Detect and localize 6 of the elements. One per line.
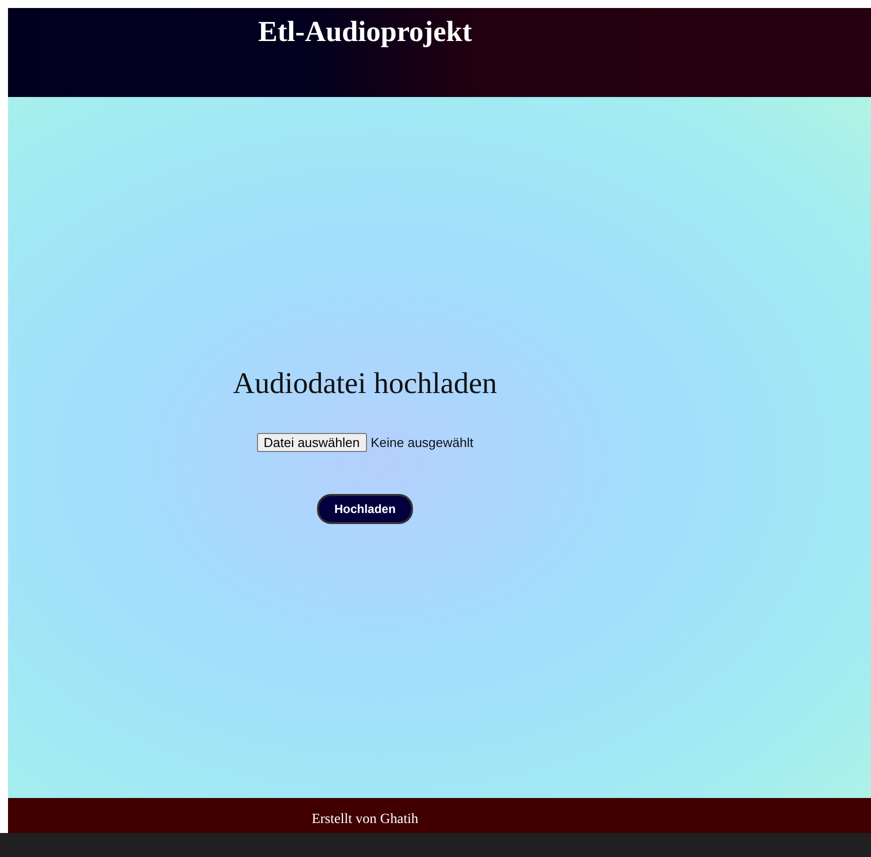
upload-button[interactable]: Hochladen <box>317 494 413 524</box>
upload-heading: Audiodatei hochladen <box>232 367 498 401</box>
footer-text: Erstellt von Ghatih <box>312 812 418 828</box>
site-title: Etl-Audioprojekt <box>258 15 472 49</box>
file-status-text: Keine ausgewählt <box>370 435 474 450</box>
choose-file-button[interactable]: Datei auswählen <box>256 433 367 452</box>
